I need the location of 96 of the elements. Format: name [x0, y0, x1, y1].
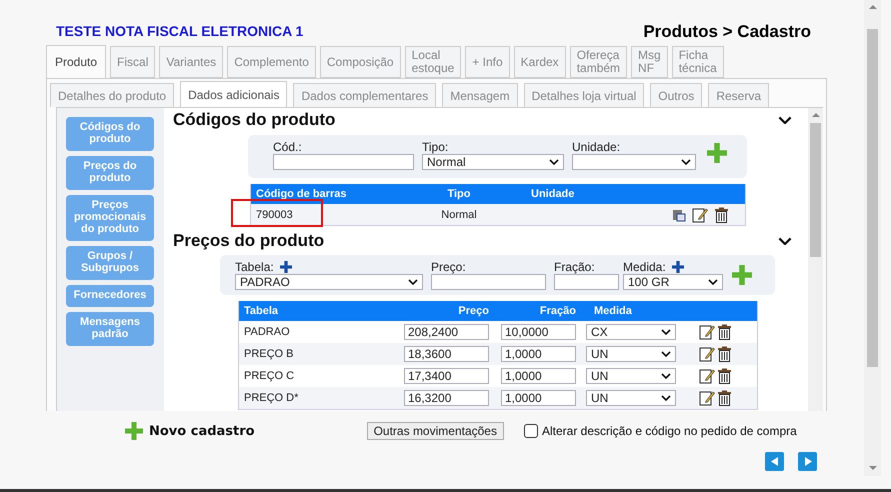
column-header: Fração	[494, 301, 581, 321]
plus-icon[interactable]	[280, 260, 292, 272]
chevron-down-icon	[661, 329, 671, 335]
trash-icon[interactable]	[717, 368, 732, 384]
dropdown[interactable]: UN	[586, 346, 676, 362]
tab[interactable]: + Info	[465, 46, 510, 78]
trash-icon[interactable]	[717, 324, 732, 340]
sidebar-button[interactable]: Preços promocionais do produto	[66, 195, 154, 241]
edit-icon[interactable]	[699, 324, 715, 340]
chevron-down-icon	[549, 159, 559, 165]
tab[interactable]: Ficha técnica	[672, 46, 724, 78]
column-header: Preço	[399, 301, 494, 321]
table-cell: PREÇO D*	[239, 387, 399, 409]
chevron-down-icon	[408, 279, 418, 285]
subtab[interactable]: Detalhes loja virtual	[524, 83, 644, 107]
field-label: Fração:	[554, 259, 596, 274]
sidebar-button[interactable]: Grupos / Subgrupos	[66, 246, 154, 280]
dropdown[interactable]: PADRAO	[235, 274, 423, 290]
chevron-down-icon	[661, 373, 671, 379]
edit-icon[interactable]	[692, 206, 708, 222]
tab[interactable]: Complemento	[227, 46, 316, 78]
field-label: Medida:	[623, 259, 723, 274]
breadcrumb: Produtos > Cadastro	[643, 22, 811, 42]
tab[interactable]: Composição	[320, 46, 401, 78]
subtab[interactable]: Mensagem	[442, 83, 518, 107]
arrow-right-icon	[804, 457, 812, 466]
table-cell: Normal	[424, 204, 494, 225]
field-label: Cód.:	[273, 139, 303, 154]
dropdown[interactable]: UN	[586, 390, 676, 406]
column-header: Tipo	[424, 184, 494, 204]
input-field[interactable]: 18,3600	[404, 346, 489, 362]
column-header: Unidade	[494, 184, 645, 204]
input-field[interactable]	[431, 274, 546, 290]
tab[interactable]: Variantes	[159, 46, 224, 78]
tab[interactable]: Kardex	[514, 46, 566, 78]
sidebar-button[interactable]: Preços do produto	[66, 156, 154, 190]
field-label: Tipo:	[422, 139, 450, 154]
chevron-down-icon	[661, 351, 671, 357]
table-cell: 790003	[256, 208, 293, 220]
subtab[interactable]: Reserva	[708, 83, 769, 107]
dropdown[interactable]: 100 GR	[623, 274, 723, 290]
other-movements-button[interactable]: Outras movimentações	[366, 422, 504, 440]
dropdown[interactable]: UN	[586, 368, 676, 384]
subtab[interactable]: Dados complementares	[293, 83, 436, 107]
column-header: Medida	[581, 301, 681, 321]
trash-icon[interactable]	[717, 346, 732, 362]
chevron-down-icon	[708, 279, 718, 285]
page-title: TESTE NOTA FISCAL ELETRONICA 1	[56, 23, 304, 41]
column-header: Tabela	[239, 301, 399, 321]
scrollbar[interactable]	[864, 0, 881, 476]
checkbox[interactable]	[524, 424, 538, 438]
input-field[interactable]: 10,0000	[501, 324, 576, 340]
column-header: Código de barras	[251, 184, 424, 204]
input-field[interactable]: 1,0000	[501, 390, 576, 406]
chevron-down-icon	[661, 395, 671, 401]
field-label: Unidade:	[572, 139, 622, 154]
trash-icon[interactable]	[717, 390, 732, 406]
input-field[interactable]: 208,2400	[404, 324, 489, 340]
tab[interactable]: Ofereça também	[570, 46, 628, 78]
previous-button[interactable]	[765, 452, 784, 471]
dropdown[interactable]: CX	[586, 324, 676, 340]
subtab[interactable]: Outros	[650, 83, 702, 107]
tab[interactable]: Fiscal	[110, 46, 156, 78]
subtab[interactable]: Dados adicionais	[180, 81, 288, 107]
table-cell: PREÇO B	[239, 343, 399, 365]
subtab[interactable]: Detalhes do produto	[50, 83, 174, 107]
chevron-down-icon	[681, 159, 691, 165]
edit-icon[interactable]	[699, 368, 715, 384]
sidebar-button[interactable]: Mensagens padrão	[66, 312, 154, 346]
checkbox-label: Alterar descrição e código no pedido de compra	[542, 424, 797, 438]
tab[interactable]: Local estoque	[404, 46, 462, 78]
trash-icon[interactable]	[714, 206, 729, 222]
tab[interactable]: Msg NF	[631, 46, 668, 78]
input-field[interactable]: 16,3200	[404, 390, 489, 406]
chevron-down-icon	[778, 236, 792, 246]
plus-icon[interactable]	[672, 260, 684, 272]
input-field[interactable]	[554, 274, 619, 290]
new-record-button[interactable]: Novo cadastro	[125, 422, 255, 440]
arrow-left-icon	[770, 457, 778, 466]
tab[interactable]: Produto	[46, 45, 106, 78]
field-label: Preço:	[431, 259, 467, 274]
input-field[interactable]: 1,0000	[501, 368, 576, 384]
input-field[interactable]	[273, 154, 414, 170]
next-button[interactable]	[798, 452, 817, 471]
field-label: Tabela:	[235, 259, 423, 274]
scrollbar[interactable]	[808, 108, 823, 411]
edit-icon[interactable]	[699, 346, 715, 362]
chevron-down-icon	[778, 116, 792, 124]
sidebar-button[interactable]: Fornecedores	[66, 285, 154, 307]
input-field[interactable]: 17,3400	[404, 368, 489, 384]
section-title: Preços do produto	[173, 231, 324, 251]
input-field[interactable]: 1,0000	[501, 346, 576, 362]
sidebar-button[interactable]: Códigos do produto	[66, 117, 154, 151]
dropdown[interactable]: Normal	[422, 154, 564, 170]
edit-icon[interactable]	[699, 390, 715, 406]
section-title: Códigos do produto	[173, 110, 336, 130]
